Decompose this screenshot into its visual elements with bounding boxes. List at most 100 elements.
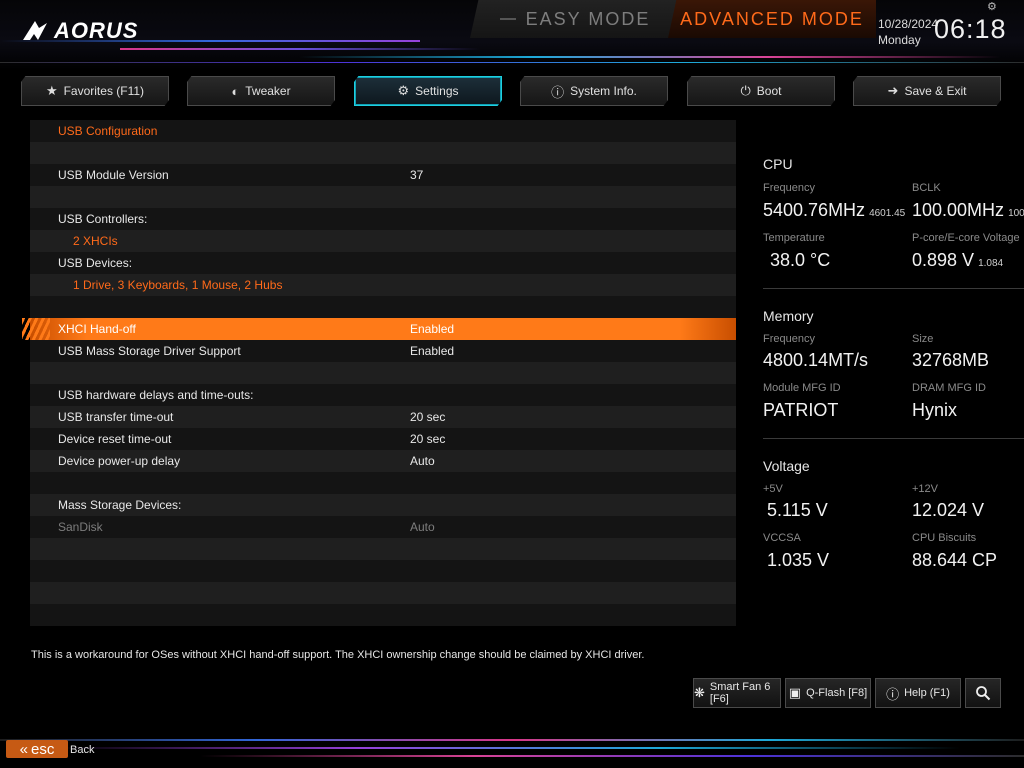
esc-button[interactable]: « esc bbox=[6, 740, 68, 758]
qflash-button[interactable]: ▣ Q-Flash [F8] bbox=[785, 678, 871, 708]
usb-devices-row: USB Devices: bbox=[30, 252, 736, 274]
empty-row bbox=[30, 362, 736, 384]
memory-frequency-value: 4800.14MT/s bbox=[763, 350, 869, 370]
empty-row bbox=[30, 560, 736, 582]
empty-row bbox=[30, 186, 736, 208]
clock-time: 06:18 bbox=[934, 14, 1007, 44]
decor-streak bbox=[120, 48, 480, 50]
dram-mfg-label: DRAM MFG ID bbox=[912, 382, 986, 394]
voltage-title: Voltage bbox=[763, 458, 810, 474]
tab-settings[interactable]: ⚙ Settings bbox=[354, 76, 502, 106]
smart-fan-button[interactable]: ❋ Smart Fan 6 [F6] bbox=[693, 678, 781, 708]
vccsa-label: VCCSA bbox=[763, 532, 801, 544]
brand-name: AORUS bbox=[54, 18, 139, 43]
help-description: This is a workaround for OSes without XH… bbox=[31, 649, 645, 661]
hardware-monitor: CPU Frequency 5400.76MHz 4601.45 BCLK 100… bbox=[748, 120, 1024, 630]
empty-row bbox=[30, 296, 736, 318]
temperature-value: 38.0 °C bbox=[770, 250, 831, 270]
advanced-mode-label: ADVANCED MODE bbox=[680, 8, 864, 29]
main-tabs: ★ Favorites (F11) ◐ Tweaker ⚙ Settings ⓘ… bbox=[0, 76, 1024, 110]
row-value[interactable]: Enabled bbox=[410, 344, 454, 358]
date-display: 10/28/2024 Monday bbox=[878, 16, 938, 48]
mass-storage-support-row[interactable]: USB Mass Storage Driver Support Enabled bbox=[30, 340, 736, 362]
row-value[interactable]: Auto bbox=[410, 454, 435, 468]
empty-row bbox=[30, 604, 736, 626]
decor-streak bbox=[0, 739, 1024, 741]
row-value: 37 bbox=[410, 168, 424, 182]
memory-size-value: 32768MB bbox=[912, 350, 990, 370]
bclk: 100.00MHz100.00 bbox=[912, 200, 1024, 221]
delays-heading-row: USB hardware delays and time-outs: bbox=[30, 384, 736, 406]
aorus-logo: AORUS bbox=[22, 18, 138, 44]
esc-label: esc bbox=[31, 740, 55, 758]
decor-streak bbox=[300, 56, 1000, 58]
empty-row bbox=[30, 472, 736, 494]
tab-boot[interactable]: ⏻ Boot bbox=[687, 76, 835, 106]
usb-module-version-row: USB Module Version 37 bbox=[30, 164, 736, 186]
dash-icon bbox=[499, 18, 516, 20]
double-chevron-left-icon: « bbox=[19, 740, 28, 758]
power-icon: ⏻ bbox=[740, 83, 751, 98]
row-label: USB transfer time-out bbox=[58, 410, 174, 424]
cpu-biscuits-label: CPU Biscuits bbox=[912, 532, 977, 544]
top-bar: AORUS EASY MODE ADVANCED MODE 10/28/2024… bbox=[0, 0, 1024, 70]
back-label: Back bbox=[70, 744, 95, 756]
tab-label: Save & Exit bbox=[904, 84, 967, 98]
bclk-label: BCLK bbox=[912, 182, 941, 194]
cpu-biscuits-value: 88.644 CP bbox=[912, 550, 998, 570]
easy-mode-button[interactable]: EASY MODE bbox=[470, 0, 680, 38]
cpu-frequency-sub: 4601.45 bbox=[869, 208, 906, 219]
core-voltage-sub: 1.084 bbox=[978, 258, 1004, 269]
empty-row bbox=[30, 142, 736, 164]
gear-icon: ⚙ bbox=[397, 83, 410, 98]
gauge-icon: ◐ bbox=[231, 83, 240, 99]
row-label: Device power-up delay bbox=[58, 454, 181, 468]
xhci-handoff-row[interactable]: XHCI Hand-off Enabled bbox=[22, 318, 736, 340]
settings-gear-icon[interactable]: ⚙ bbox=[987, 0, 997, 13]
reset-timeout-row[interactable]: Device reset time-out 20 sec bbox=[30, 428, 736, 450]
help-icon: ⓘ bbox=[886, 686, 900, 702]
memory-frequency-label: Frequency bbox=[763, 333, 815, 345]
tab-label: Tweaker bbox=[245, 84, 291, 98]
row-value: 2 XHCIs bbox=[73, 234, 118, 248]
row-label: USB hardware delays and time-outs: bbox=[58, 388, 254, 402]
sandisk-row: SanDisk Auto bbox=[30, 516, 736, 538]
advanced-mode-button[interactable]: ADVANCED MODE bbox=[668, 0, 876, 38]
tab-favorites[interactable]: ★ Favorites (F11) bbox=[21, 76, 169, 106]
v12-label: +12V bbox=[912, 483, 938, 495]
page-title: USB Configuration bbox=[58, 124, 158, 138]
row-value[interactable]: Enabled bbox=[410, 322, 454, 336]
chip-icon: ▣ bbox=[788, 685, 802, 700]
tab-label: Settings bbox=[415, 84, 459, 98]
row-label: Device reset time-out bbox=[58, 432, 172, 446]
search-button[interactable] bbox=[965, 678, 1001, 708]
decor-streak bbox=[60, 747, 960, 749]
usb-devices-value-row: 1 Drive, 3 Keyboards, 1 Mouse, 2 Hubs bbox=[30, 274, 736, 296]
date-value: 10/28/2024 bbox=[878, 17, 939, 31]
core-voltage-value: 0.898 V bbox=[912, 250, 975, 270]
temperature-label: Temperature bbox=[763, 232, 825, 244]
help-button[interactable]: ⓘ Help (F1) bbox=[875, 678, 961, 708]
v5-value: 5.115 V bbox=[767, 500, 828, 520]
transfer-timeout-row[interactable]: USB transfer time-out 20 sec bbox=[30, 406, 736, 428]
row-label: SanDisk bbox=[58, 520, 103, 534]
exit-icon: ➜ bbox=[887, 83, 899, 98]
fan-icon: ❋ bbox=[694, 685, 705, 700]
tab-tweaker[interactable]: ◐ Tweaker bbox=[187, 76, 335, 106]
row-value[interactable]: 20 sec bbox=[410, 410, 445, 424]
cpu-frequency: 5400.76MHz 4601.45 bbox=[763, 200, 905, 221]
row-label: USB Controllers: bbox=[58, 212, 148, 226]
tab-save-exit[interactable]: ➜ Save & Exit bbox=[853, 76, 1001, 106]
core-voltage-label: P-core/E-core Voltage bbox=[912, 232, 1020, 244]
row-label: XHCI Hand-off bbox=[58, 322, 136, 336]
tab-system-info[interactable]: ⓘ System Info. bbox=[520, 76, 668, 106]
powerup-delay-row[interactable]: Device power-up delay Auto bbox=[30, 450, 736, 472]
aorus-eagle-icon bbox=[23, 21, 47, 40]
v12-value: 12.024 V bbox=[912, 500, 985, 520]
divider bbox=[763, 288, 1024, 289]
row-value[interactable]: 20 sec bbox=[410, 432, 445, 446]
cpu-title: CPU bbox=[763, 156, 793, 172]
help-label: Help (F1) bbox=[904, 687, 950, 699]
star-folder-icon: ★ bbox=[45, 83, 58, 98]
row-label: Mass Storage Devices: bbox=[58, 498, 182, 512]
